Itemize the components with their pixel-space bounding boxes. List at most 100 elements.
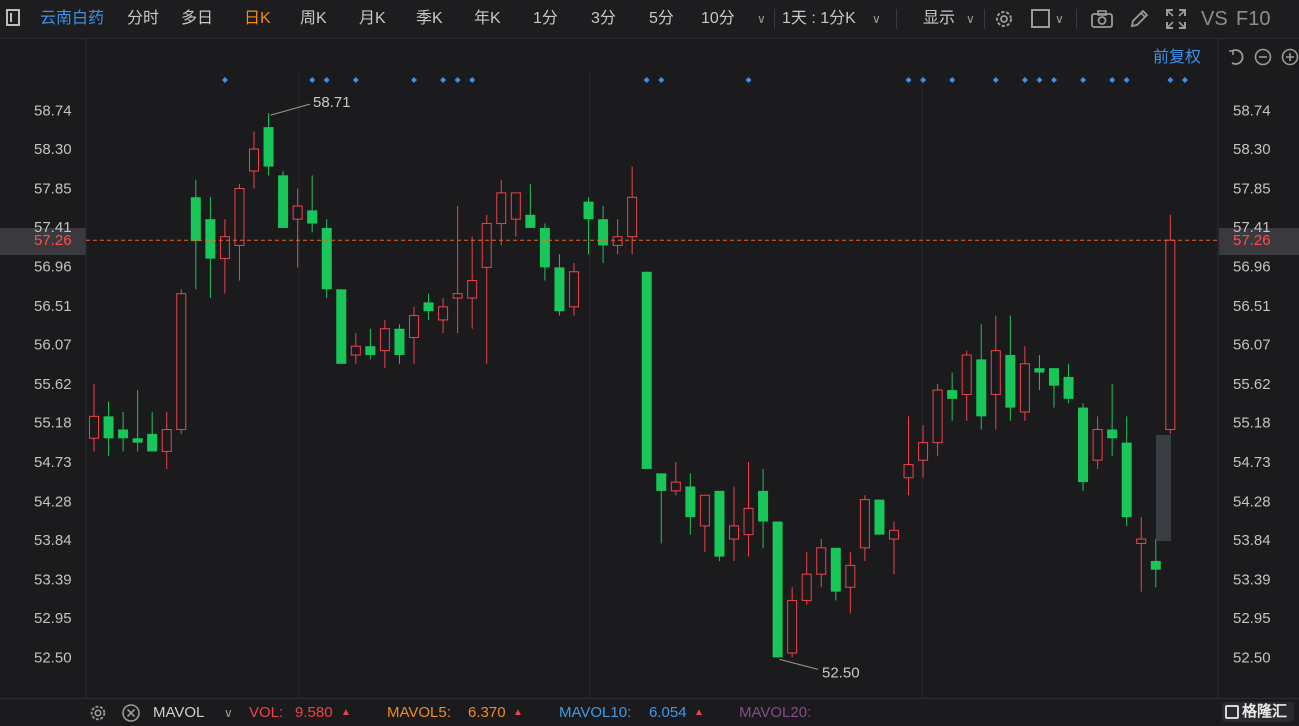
y-tick-label-right: 56.07 bbox=[1233, 336, 1271, 353]
candle-body bbox=[103, 416, 114, 439]
watermark-logo: 格隆汇 bbox=[1222, 702, 1294, 722]
candle-body bbox=[481, 223, 492, 268]
close-icon[interactable] bbox=[121, 703, 141, 723]
candle[interactable] bbox=[714, 490, 725, 561]
pencil-icon[interactable] bbox=[1128, 8, 1150, 30]
toolbar-divider bbox=[774, 9, 775, 29]
candle-body bbox=[714, 490, 725, 557]
candle-body bbox=[205, 219, 216, 259]
tab-intraday[interactable]: 分时 bbox=[127, 8, 159, 30]
tab-multiday[interactable]: 多日 bbox=[181, 8, 213, 30]
candle-body bbox=[379, 328, 390, 352]
candle-body bbox=[147, 433, 158, 452]
tab-3min[interactable]: 3分 bbox=[591, 8, 616, 30]
tab-month-k[interactable]: 月K bbox=[359, 8, 386, 30]
candle[interactable] bbox=[874, 499, 885, 535]
tab-week-k[interactable]: 周K bbox=[300, 8, 327, 30]
y-tick-label-left: 52.50 bbox=[34, 649, 72, 666]
stock-name[interactable]: 云南白药 bbox=[40, 8, 104, 30]
display-menu[interactable]: 显示 bbox=[923, 8, 955, 30]
chevron-down-icon[interactable]: ∨ bbox=[757, 8, 766, 30]
candle-body bbox=[947, 390, 958, 399]
gear-icon[interactable] bbox=[993, 8, 1015, 30]
candle-body bbox=[161, 429, 172, 452]
kline-chart[interactable]: 58.7458.3057.8557.4156.9656.5156.0755.62… bbox=[0, 0, 1299, 698]
zoom-out-icon[interactable] bbox=[1254, 48, 1272, 66]
adjust-mode-button[interactable]: 前复权 bbox=[1153, 47, 1201, 69]
mavol20-label: MAVOL20: bbox=[739, 704, 812, 721]
y-tick-label-right: 53.84 bbox=[1233, 532, 1271, 549]
candle-body bbox=[278, 175, 289, 228]
camera-icon[interactable] bbox=[1090, 9, 1114, 29]
candle-body bbox=[118, 429, 129, 439]
tab-day-k[interactable]: 日K bbox=[244, 8, 271, 30]
candle-body bbox=[758, 490, 769, 522]
high-annotation-label: 58.71 bbox=[313, 94, 351, 111]
chevron-down-icon[interactable]: ∨ bbox=[1055, 8, 1064, 30]
tab-year-k[interactable]: 年K bbox=[474, 8, 501, 30]
f10-button[interactable]: F10 bbox=[1236, 8, 1270, 30]
tab-quarter-k[interactable]: 季K bbox=[416, 8, 443, 30]
candle-body bbox=[961, 354, 972, 395]
multiperiod-select[interactable]: 1天 : 1分K bbox=[782, 8, 856, 30]
candle[interactable] bbox=[1078, 403, 1089, 491]
candle-body bbox=[990, 350, 1001, 395]
y-tick-label-left: 55.18 bbox=[34, 414, 72, 431]
chevron-down-icon[interactable]: ∨ bbox=[872, 8, 881, 30]
zoom-in-icon[interactable] bbox=[1281, 48, 1299, 66]
candle-body bbox=[932, 389, 943, 444]
candle-body bbox=[554, 267, 565, 312]
y-tick-label-left: 54.28 bbox=[34, 493, 72, 510]
candle-body bbox=[263, 127, 274, 167]
indicator-selector[interactable]: MAVOL bbox=[153, 704, 204, 722]
candle-body bbox=[539, 227, 550, 268]
candle-body bbox=[307, 210, 318, 224]
candle[interactable] bbox=[336, 289, 347, 364]
candle-body bbox=[598, 219, 609, 246]
candle-body bbox=[568, 271, 579, 308]
vol-up-arrow-icon: ▲ bbox=[341, 707, 351, 718]
candle-body bbox=[641, 271, 652, 469]
candle[interactable] bbox=[278, 170, 289, 228]
candle-body bbox=[670, 481, 681, 492]
candle[interactable] bbox=[176, 289, 187, 434]
candle[interactable] bbox=[1165, 214, 1176, 434]
undo-icon[interactable] bbox=[1227, 48, 1245, 66]
mavol10-value: 6.054 bbox=[649, 704, 687, 721]
tab-10min[interactable]: 10分 bbox=[701, 8, 735, 30]
candle-body bbox=[190, 197, 201, 242]
candle-body bbox=[1078, 407, 1089, 483]
candle[interactable] bbox=[321, 219, 332, 299]
candle-body bbox=[1063, 376, 1074, 399]
y-tick-label-right: 52.95 bbox=[1233, 610, 1271, 627]
candle[interactable] bbox=[641, 271, 652, 469]
candle-body bbox=[510, 192, 521, 220]
candle[interactable] bbox=[772, 521, 783, 658]
candle-body bbox=[1107, 429, 1118, 439]
gear-icon[interactable] bbox=[88, 703, 108, 723]
window-square-icon[interactable] bbox=[6, 9, 20, 26]
candle-body bbox=[394, 328, 405, 356]
candle-body bbox=[1165, 239, 1176, 431]
candle-body bbox=[859, 499, 870, 549]
candle-body bbox=[423, 302, 434, 312]
y-tick-label-left: 55.62 bbox=[34, 376, 72, 393]
candle-body bbox=[583, 201, 594, 220]
y-tick-label-right: 55.62 bbox=[1233, 376, 1271, 393]
candle-body bbox=[132, 438, 143, 443]
candle-body bbox=[234, 187, 245, 246]
vs-button[interactable]: VS bbox=[1201, 8, 1228, 30]
fullscreen-icon[interactable] bbox=[1165, 8, 1187, 30]
tab-1min[interactable]: 1分 bbox=[533, 8, 558, 30]
square-checkbox-icon[interactable] bbox=[1031, 9, 1050, 28]
candle-body bbox=[408, 315, 419, 338]
candle-body bbox=[1092, 429, 1103, 461]
toolbar-divider bbox=[896, 9, 897, 29]
y-axis-right: 58.7458.3057.8557.4156.9656.5156.0755.62… bbox=[1233, 103, 1271, 667]
tab-5min[interactable]: 5分 bbox=[649, 8, 674, 30]
chevron-down-icon[interactable]: ∨ bbox=[224, 704, 233, 722]
candle-body bbox=[743, 507, 754, 536]
candle-body bbox=[365, 346, 376, 356]
candle-body bbox=[903, 464, 914, 479]
chevron-down-icon[interactable]: ∨ bbox=[966, 8, 975, 30]
